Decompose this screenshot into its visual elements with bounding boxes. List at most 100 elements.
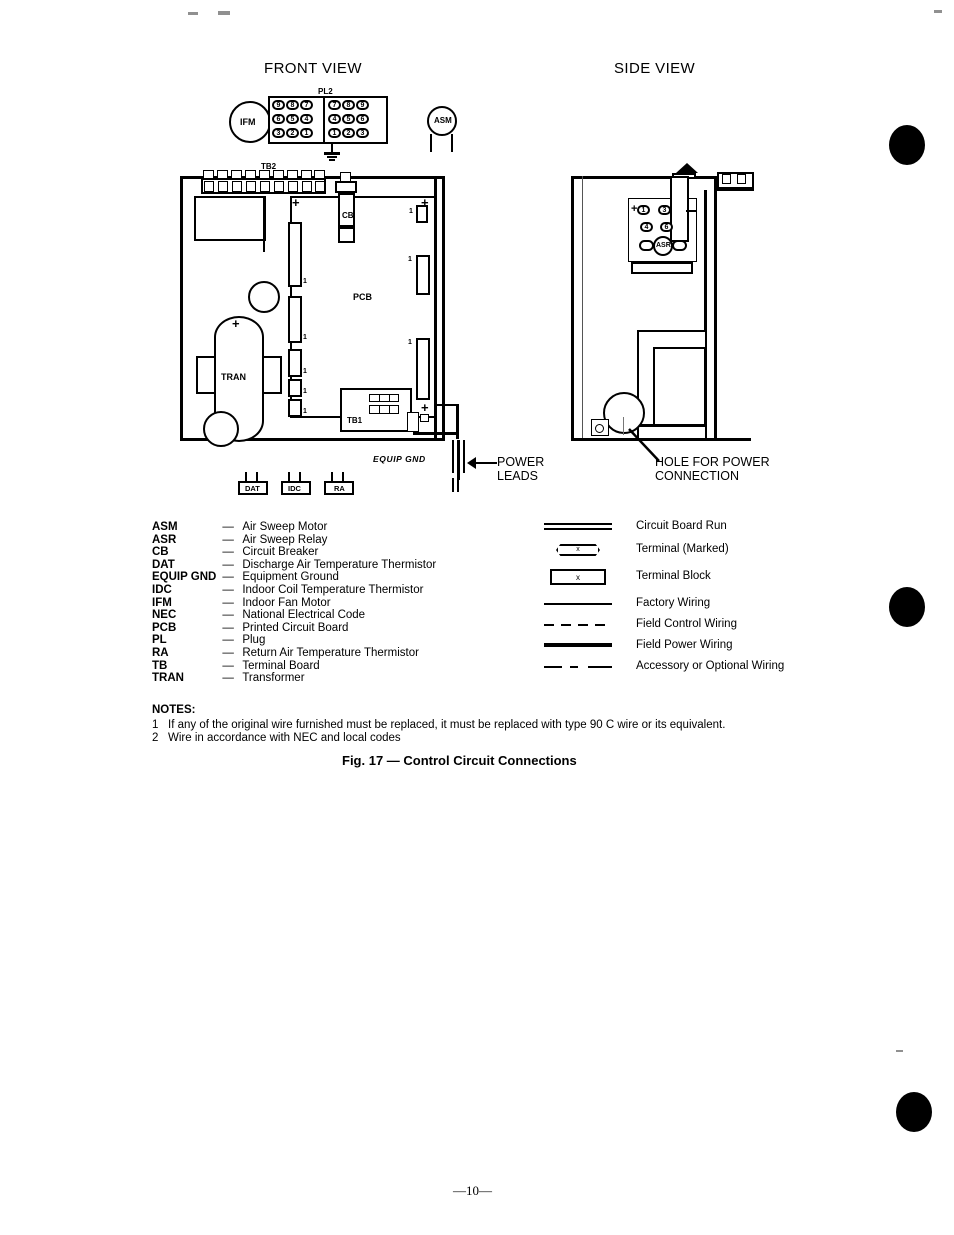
abbreviation-row: PL — Plug	[152, 634, 436, 647]
pcb-connector-pin1: 1	[303, 334, 307, 341]
note-number: 2	[152, 732, 159, 744]
small-terminal	[420, 414, 429, 422]
pcb-connector	[288, 379, 302, 397]
abbreviation-code: IFM	[152, 596, 172, 609]
side-bracket-hole	[595, 424, 604, 433]
pl2-terminal: 7	[328, 100, 341, 110]
legend-label: Field Power Wiring	[636, 639, 733, 651]
side-cabinet-left-wall	[571, 176, 574, 441]
page-number: —10—	[453, 1183, 492, 1198]
side-vent-base	[717, 189, 754, 191]
tb2-cell	[274, 181, 284, 192]
document-page: FRONT VIEW SIDE VIEW IFM PL2 9 8 7 6 5 4…	[0, 0, 954, 1235]
scan-artifact	[218, 11, 230, 15]
abbreviation-text: Plug	[242, 634, 266, 647]
asr-label: ASR	[656, 242, 671, 249]
side-cabinet-right-wall	[714, 176, 717, 441]
thermistor-label: RA	[334, 484, 345, 493]
side-peak-marker	[676, 163, 698, 173]
asr-terminal	[639, 240, 654, 251]
abbreviation-dash: —	[222, 596, 234, 609]
side-terminal: 3	[658, 205, 671, 215]
left-internal-panel	[194, 196, 266, 241]
abbreviation-dash: —	[222, 571, 234, 584]
pl2-terminal: 6	[356, 114, 369, 124]
figure-caption: Fig. 17 — Control Circuit Connections	[342, 753, 577, 768]
equip-gnd-label: EQUIP GND	[373, 454, 426, 464]
abbreviation-text: Return Air Temperature Thermistor	[242, 646, 419, 659]
tb2-tab	[301, 170, 312, 179]
terminal-marked-icon: x	[540, 541, 618, 559]
notes-title: NOTES:	[152, 704, 196, 716]
binder-hole	[889, 587, 925, 627]
power-leads-arrowhead	[467, 457, 476, 469]
legend-label: Field Control Wiring	[636, 618, 737, 630]
abbreviation-code: ASR	[152, 533, 177, 546]
abbreviation-dash: —	[222, 521, 234, 533]
abbreviation-dash: —	[222, 672, 234, 685]
tb2-cell	[315, 181, 325, 192]
hole-for-power-connection-callout: HOLE FOR POWER CONNECTION	[655, 455, 770, 483]
abbreviation-dash: —	[222, 659, 234, 672]
note-text: If any of the original wire furnished mu…	[168, 719, 726, 731]
panel-edge	[263, 196, 265, 252]
power-leads-callout: POWER LEADS	[497, 455, 545, 483]
abbreviation-row: ASM — Air Sweep Motor	[152, 521, 436, 534]
pl2-terminal: 8	[342, 100, 355, 110]
abbreviation-code: PL	[152, 634, 167, 647]
abbreviation-row: PCB — Printed Circuit Board	[152, 622, 436, 635]
cb-body	[338, 193, 355, 227]
tb2-cell	[218, 181, 228, 192]
abbreviation-text: Indoor Coil Temperature Thermistor	[242, 583, 424, 596]
tb1-cell-divider	[389, 394, 390, 402]
tb2-cell	[232, 181, 242, 192]
accessory-optional-wiring-icon	[540, 658, 618, 676]
panel-tick	[686, 210, 696, 212]
pcb-mount-cross-icon: +	[421, 400, 429, 415]
terminal-block-icon: x	[540, 568, 618, 586]
hole-center-dashed	[623, 417, 624, 435]
cb-base	[338, 227, 355, 243]
side-terminal: 1	[637, 205, 650, 215]
tb1-label: TB1	[347, 416, 363, 425]
tb1-cell-row	[369, 405, 399, 414]
legend-label: Terminal Block	[636, 570, 711, 582]
tb2-tab	[231, 170, 242, 179]
grommet-circle	[203, 411, 239, 447]
abbreviation-code: CB	[152, 546, 169, 559]
tb2-cell	[246, 181, 256, 192]
pl2-terminal: 6	[272, 114, 285, 124]
abbreviation-dash: —	[222, 634, 234, 647]
tb2-tab	[245, 170, 256, 179]
pcb-mount-cross-icon: +	[292, 195, 300, 210]
abbreviation-row: ASR — Air Sweep Relay	[152, 534, 436, 547]
tb2-cell	[260, 181, 270, 192]
pl2-terminal: 3	[356, 128, 369, 138]
pl2-terminal: 5	[286, 114, 299, 124]
abbreviation-text: Air Sweep Motor	[242, 521, 328, 533]
abbreviation-text: Equipment Ground	[242, 571, 339, 584]
terminal-block-glyph: x	[550, 569, 606, 585]
pcb-connector-pin1: 1	[408, 339, 412, 346]
abbreviation-text: Air Sweep Relay	[242, 533, 328, 546]
pcb-connector	[288, 222, 302, 287]
tb2-tab	[203, 170, 214, 179]
abbreviation-code: TRAN	[152, 672, 184, 685]
abbreviation-row: TB — Terminal Board	[152, 660, 436, 673]
side-vent-slot	[722, 174, 731, 184]
abbreviation-code: EQUIP GND	[152, 571, 217, 584]
pcb-connector	[288, 399, 302, 417]
grommet-circle	[248, 281, 280, 313]
pcb-connector	[416, 255, 430, 295]
pl2-terminal: 1	[300, 128, 313, 138]
side-inner-block	[653, 347, 706, 427]
pcb-connector	[288, 349, 302, 377]
scan-artifact	[896, 1050, 903, 1052]
small-terminal	[407, 412, 419, 432]
tb1-cell-row	[369, 394, 399, 402]
legend-label: Terminal (Marked)	[636, 543, 729, 555]
pl2-terminal: 2	[342, 128, 355, 138]
pcb-label: PCB	[353, 292, 373, 302]
pcb-outline	[290, 196, 436, 418]
pcb-connector	[288, 296, 302, 343]
